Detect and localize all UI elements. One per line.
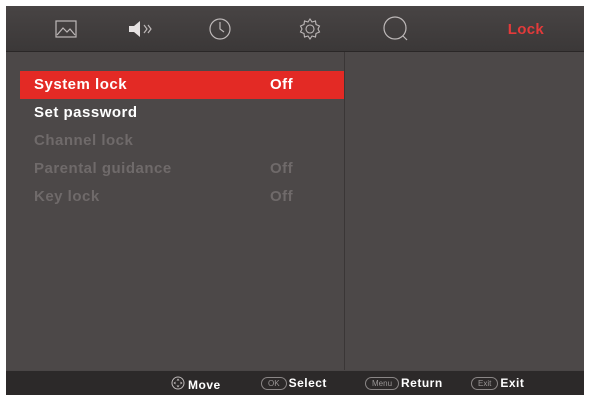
clock-icon[interactable] xyxy=(206,16,234,42)
menu-item-label: Set password xyxy=(34,104,138,121)
hint-move-label: Move xyxy=(188,377,221,392)
ok-key-icon: OK xyxy=(261,376,287,390)
hint-select: OK Select xyxy=(261,376,327,390)
menu-item-value: Off xyxy=(270,160,294,177)
hint-move: Move xyxy=(171,376,221,393)
menu-item-set-password[interactable]: Set password xyxy=(20,99,344,127)
speaker-icon[interactable] xyxy=(127,16,155,42)
menu-tab-bar: Lock xyxy=(6,6,584,52)
exit-key-icon: Exit xyxy=(471,376,499,390)
lock-options-panel: System lock Off Set password Channel loc… xyxy=(6,52,344,370)
menu-item-parental-guidance: Parental guidance Off xyxy=(20,155,344,183)
picture-icon[interactable] xyxy=(52,16,80,42)
menu-item-channel-lock: Channel lock xyxy=(20,127,344,155)
menu-item-value: Off xyxy=(270,188,294,205)
menu-item-label: System lock xyxy=(34,76,128,93)
hint-exit-label: Exit xyxy=(500,376,525,390)
hint-bar: Move OK Select Menu Return Exit Exit xyxy=(6,371,584,395)
hint-return-label: Return xyxy=(401,376,443,390)
lock-circle-icon[interactable] xyxy=(382,16,410,42)
hint-select-label: Select xyxy=(288,376,327,390)
dpad-icon xyxy=(171,376,185,393)
hint-exit: Exit Exit xyxy=(471,376,524,390)
tv-menu-window: Lock System lock Off Set password Channe… xyxy=(6,6,584,395)
menu-item-system-lock[interactable]: System lock Off xyxy=(20,71,344,99)
menu-item-key-lock: Key lock Off xyxy=(20,183,344,211)
info-panel xyxy=(345,52,584,370)
hint-return: Menu Return xyxy=(365,376,443,390)
menu-item-label: Channel lock xyxy=(34,132,134,149)
menu-item-label: Key lock xyxy=(34,188,100,205)
menu-item-label: Parental guidance xyxy=(34,160,172,177)
menu-content: System lock Off Set password Channel loc… xyxy=(6,52,584,370)
lock-menu-list: System lock Off Set password Channel loc… xyxy=(20,71,344,211)
menu-key-icon: Menu xyxy=(365,376,400,390)
menu-item-value: Off xyxy=(270,76,294,93)
menu-title: Lock xyxy=(507,21,544,38)
gear-icon[interactable] xyxy=(296,16,324,42)
